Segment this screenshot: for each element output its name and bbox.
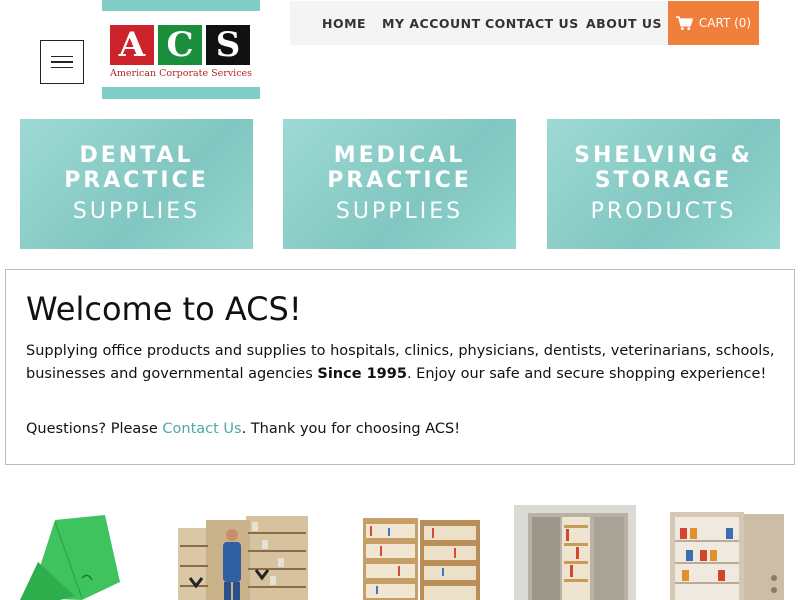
product-green-folder[interactable] (20, 500, 135, 600)
logo-letter-c: C (158, 25, 202, 65)
category-subtitle: PRODUCTS (590, 199, 737, 224)
category-title: MEDICAL PRACTICE SUPPLIES (283, 143, 516, 224)
logo-tagline: American Corporate Services (109, 68, 253, 79)
product-file-shelving[interactable] (358, 500, 483, 600)
category-line-1: MEDICAL (333, 143, 466, 168)
green-folder-image (20, 515, 120, 600)
intro-end-text: . Enjoy our safe and secure shopping exp… (406, 366, 767, 382)
category-title: SHELVING & STORAGE PRODUCTS (547, 143, 780, 224)
top-navigation: HOME MY ACCOUNT CONTACT US ABOUT US (290, 1, 668, 45)
medicine-cabinet-image (670, 512, 784, 600)
logo-letter-a: A (110, 25, 154, 65)
product-rotary-cabinet[interactable] (514, 505, 636, 600)
category-medical-supplies[interactable]: MEDICAL PRACTICE SUPPLIES (283, 119, 516, 249)
nav-contact-us[interactable]: CONTACT US (485, 16, 579, 31)
menu-icon-bar (51, 66, 73, 69)
welcome-questions: Questions? Please Contact Us. Thank you … (26, 418, 776, 441)
menu-icon-bar (51, 61, 73, 63)
cart-icon (675, 15, 693, 30)
welcome-panel: Welcome to ACS! Supplying office product… (5, 269, 795, 465)
cart-button[interactable]: CART (0) (668, 1, 759, 45)
acs-logo[interactable]: A C S American Corporate Services (102, 0, 260, 99)
product-medicine-cabinet[interactable] (666, 500, 786, 600)
file-shelving-image (363, 518, 480, 600)
category-line-2: STORAGE (594, 168, 733, 193)
nav-about-us[interactable]: ABOUT US (586, 16, 662, 31)
questions-text: Questions? Please (26, 421, 163, 437)
welcome-title: Welcome to ACS! (26, 290, 302, 328)
category-title: DENTAL PRACTICE SUPPLIES (20, 143, 253, 224)
menu-icon-bar (51, 55, 73, 58)
rotary-cabinet-image (514, 505, 636, 600)
logo-panel: A C S American Corporate Services (102, 11, 260, 87)
nav-my-account[interactable]: MY ACCOUNT (382, 16, 481, 31)
shelving-nurse-image (178, 516, 308, 600)
category-line-2: PRACTICE (327, 168, 472, 193)
nav-home[interactable]: HOME (322, 16, 366, 31)
category-line-2: PRACTICE (64, 168, 209, 193)
since-year: Since 1995 (317, 366, 407, 382)
contact-us-link[interactable]: Contact Us (162, 421, 241, 437)
thank-you-text: . Thank you for choosing ACS! (241, 421, 461, 437)
logo-letter-s: S (206, 25, 250, 65)
category-line-1: SHELVING & (574, 143, 753, 168)
category-dental-supplies[interactable]: DENTAL PRACTICE SUPPLIES (20, 119, 253, 249)
welcome-intro: Supplying office products and supplies t… (26, 340, 776, 386)
category-subtitle: SUPPLIES (72, 199, 201, 224)
category-shelving-storage[interactable]: SHELVING & STORAGE PRODUCTS (547, 119, 780, 249)
cart-label: CART (0) (698, 16, 752, 30)
category-subtitle: SUPPLIES (335, 199, 464, 224)
hamburger-menu-button[interactable] (40, 40, 84, 84)
category-line-1: DENTAL (79, 143, 194, 168)
product-shelving-with-nurse[interactable] (178, 500, 308, 600)
